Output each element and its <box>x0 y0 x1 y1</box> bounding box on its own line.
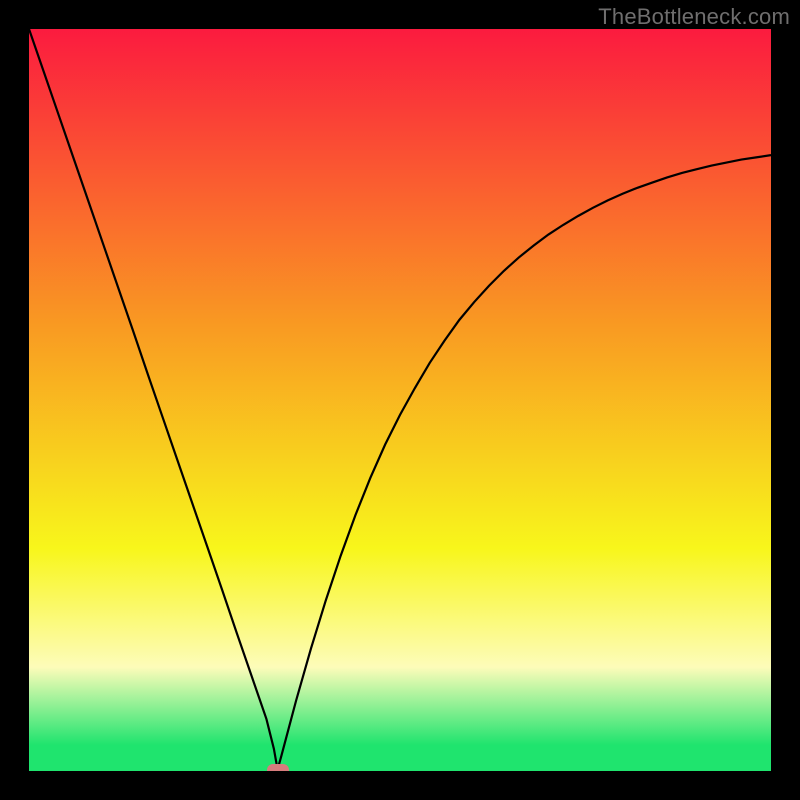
color-gradient-background <box>29 29 771 771</box>
plot-area <box>29 29 771 771</box>
watermark-text: TheBottleneck.com <box>598 4 790 30</box>
minimum-marker <box>267 764 289 771</box>
